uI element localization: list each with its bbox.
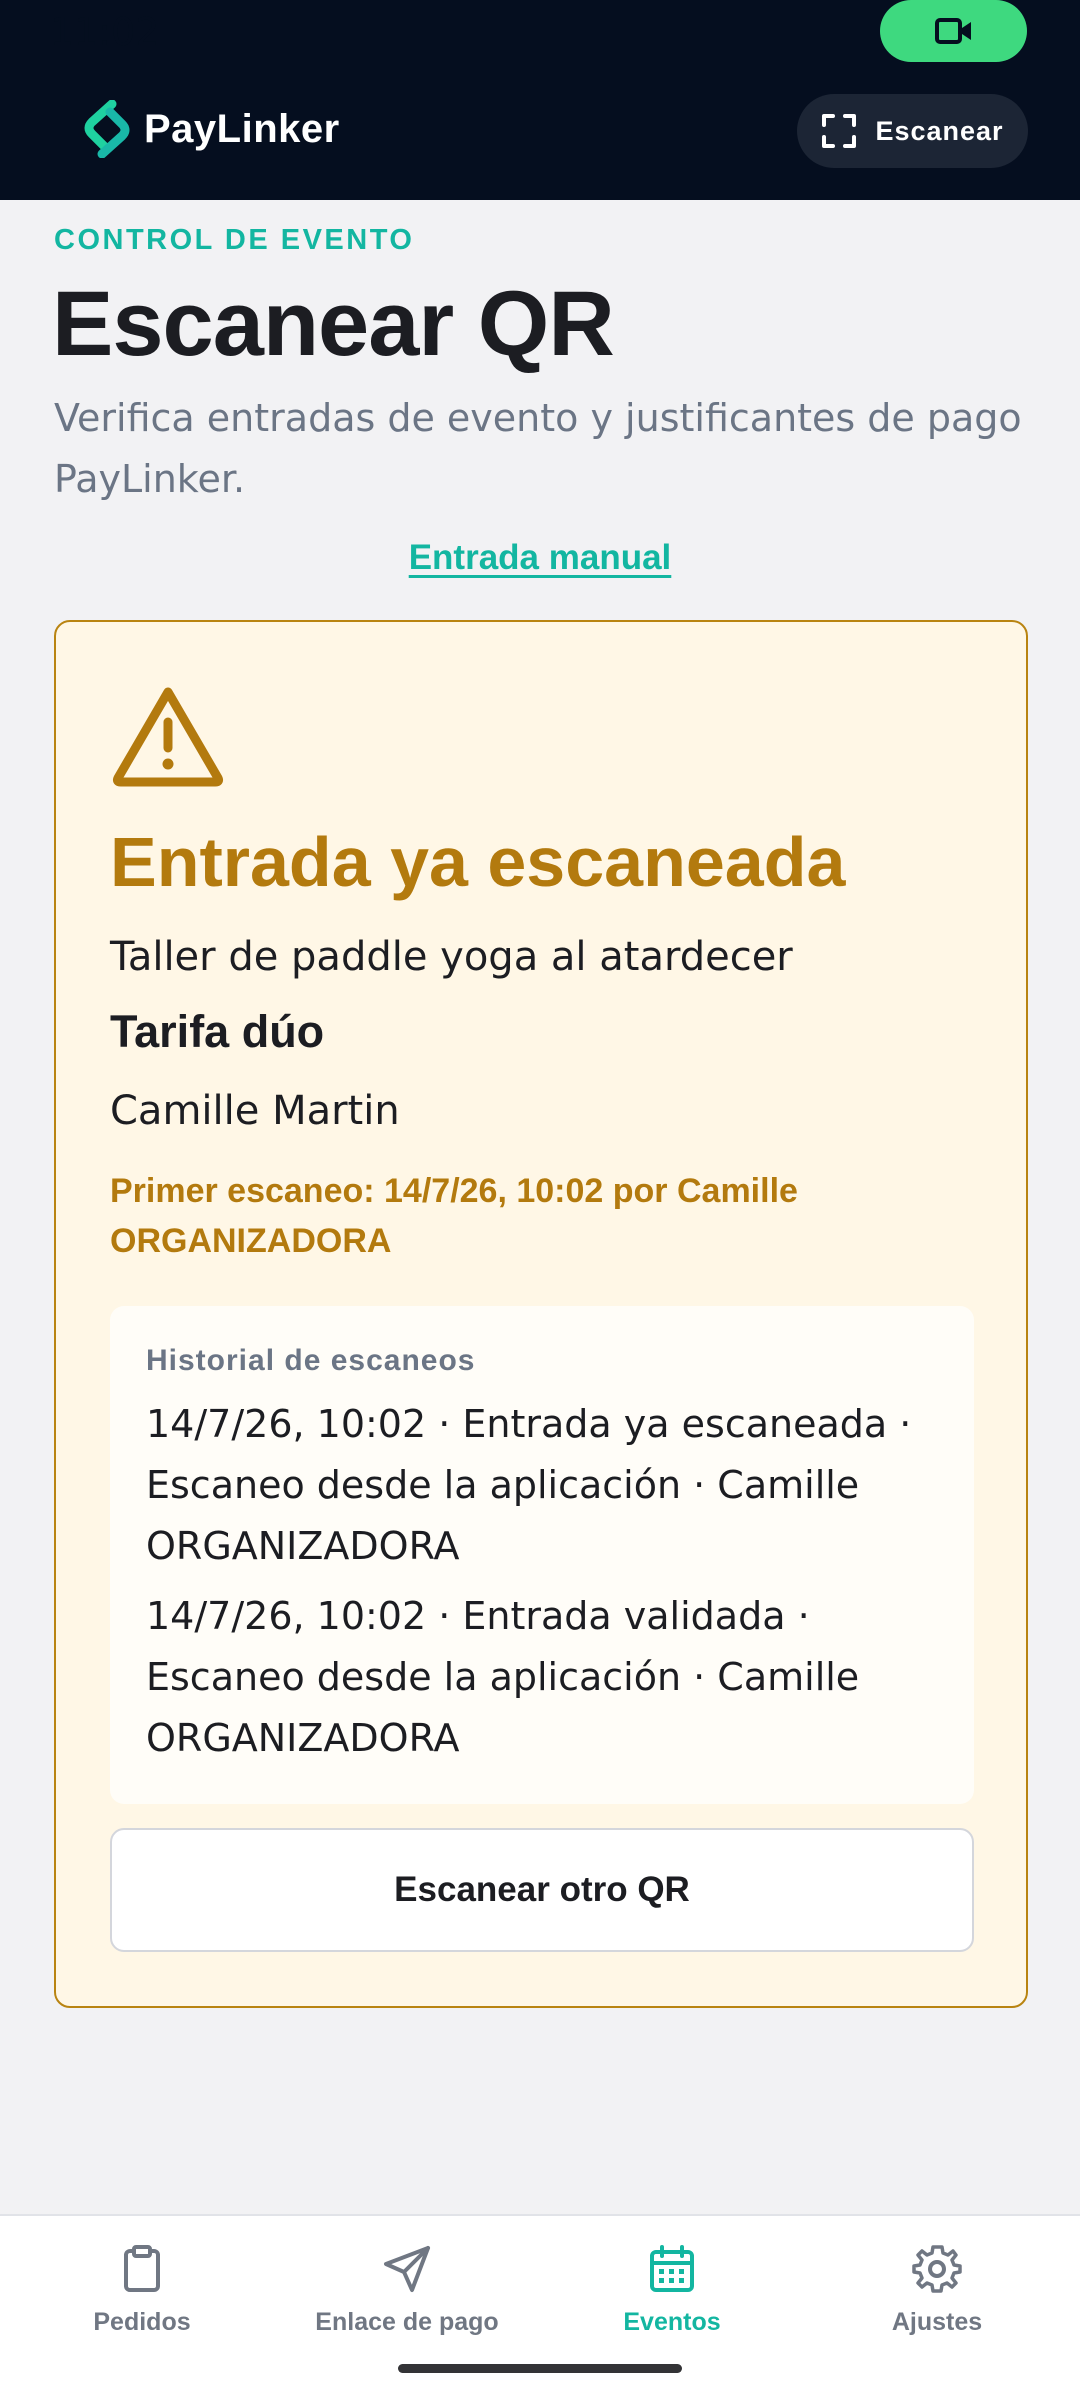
manual-entry-link[interactable]: Entrada manual [0,538,1080,578]
section-eyebrow: CONTROL DE EVENTO [54,224,415,256]
ticket-type: Tarifa dúo [110,1006,325,1057]
gear-icon [912,2245,962,2293]
header-scan-button[interactable]: Escanear [797,94,1028,168]
result-title: Entrada ya escaneada [110,823,846,901]
nav-label: Pedidos [93,2308,191,2336]
list-item: 14/7/26, 10:02 · Entrada ya escaneada · … [146,1402,912,1568]
paylinker-logo-icon [84,100,130,158]
page-subtitle: Verifica entradas de evento y justifican… [54,396,1022,501]
scan-result-card: Entrada ya escaneada Taller de paddle yo… [54,620,1028,2008]
warning-triangle-icon [112,687,224,787]
list-item: 14/7/26, 10:02 · Entrada validada · Esca… [146,1594,860,1760]
app-header: 11:02 PayLinker Escanear [0,0,1080,200]
video-camera-icon [934,18,971,44]
calendar-icon [650,2245,694,2292]
send-icon [384,2246,430,2292]
scan-another-button[interactable]: Escanear otro QR [110,1828,974,1952]
nav-item-enlace-de-pago[interactable]: Enlace de pago [277,2244,537,2354]
scan-history: Historial de escaneos 14/7/26, 10:02 · E… [110,1306,974,1804]
camera-in-use-indicator[interactable] [880,0,1027,62]
nav-item-eventos[interactable]: Eventos [542,2244,802,2354]
status-time: 11:02 [50,10,160,54]
attendee-name: Camille Martin [110,1088,400,1134]
event-name: Taller de paddle yoga al atardecer [110,934,793,980]
scan-history-label: Historial de escaneos [146,1344,476,1377]
first-scan-info: Primer escaneo: 14/7/26, 10:02 por Camil… [110,1172,798,1260]
page-title: Escanear QR [52,273,615,375]
clipboard-icon [124,2245,160,2292]
brand: PayLinker [82,98,340,160]
header-scan-label: Escanear [875,115,1004,146]
nav-item-ajustes[interactable]: Ajustes [807,2244,1067,2354]
scan-frame-icon [822,114,857,148]
nav-item-pedidos[interactable]: Pedidos [12,2244,272,2354]
nav-label: Ajustes [891,2308,983,2336]
home-indicator[interactable] [398,2364,682,2373]
brand-name: PayLinker [144,106,340,151]
nav-label: Enlace de pago [315,2308,499,2336]
nav-label: Eventos [623,2308,721,2336]
scan-history-list: 14/7/26, 10:02 · Entrada ya escaneada · … [146,1394,946,1778]
